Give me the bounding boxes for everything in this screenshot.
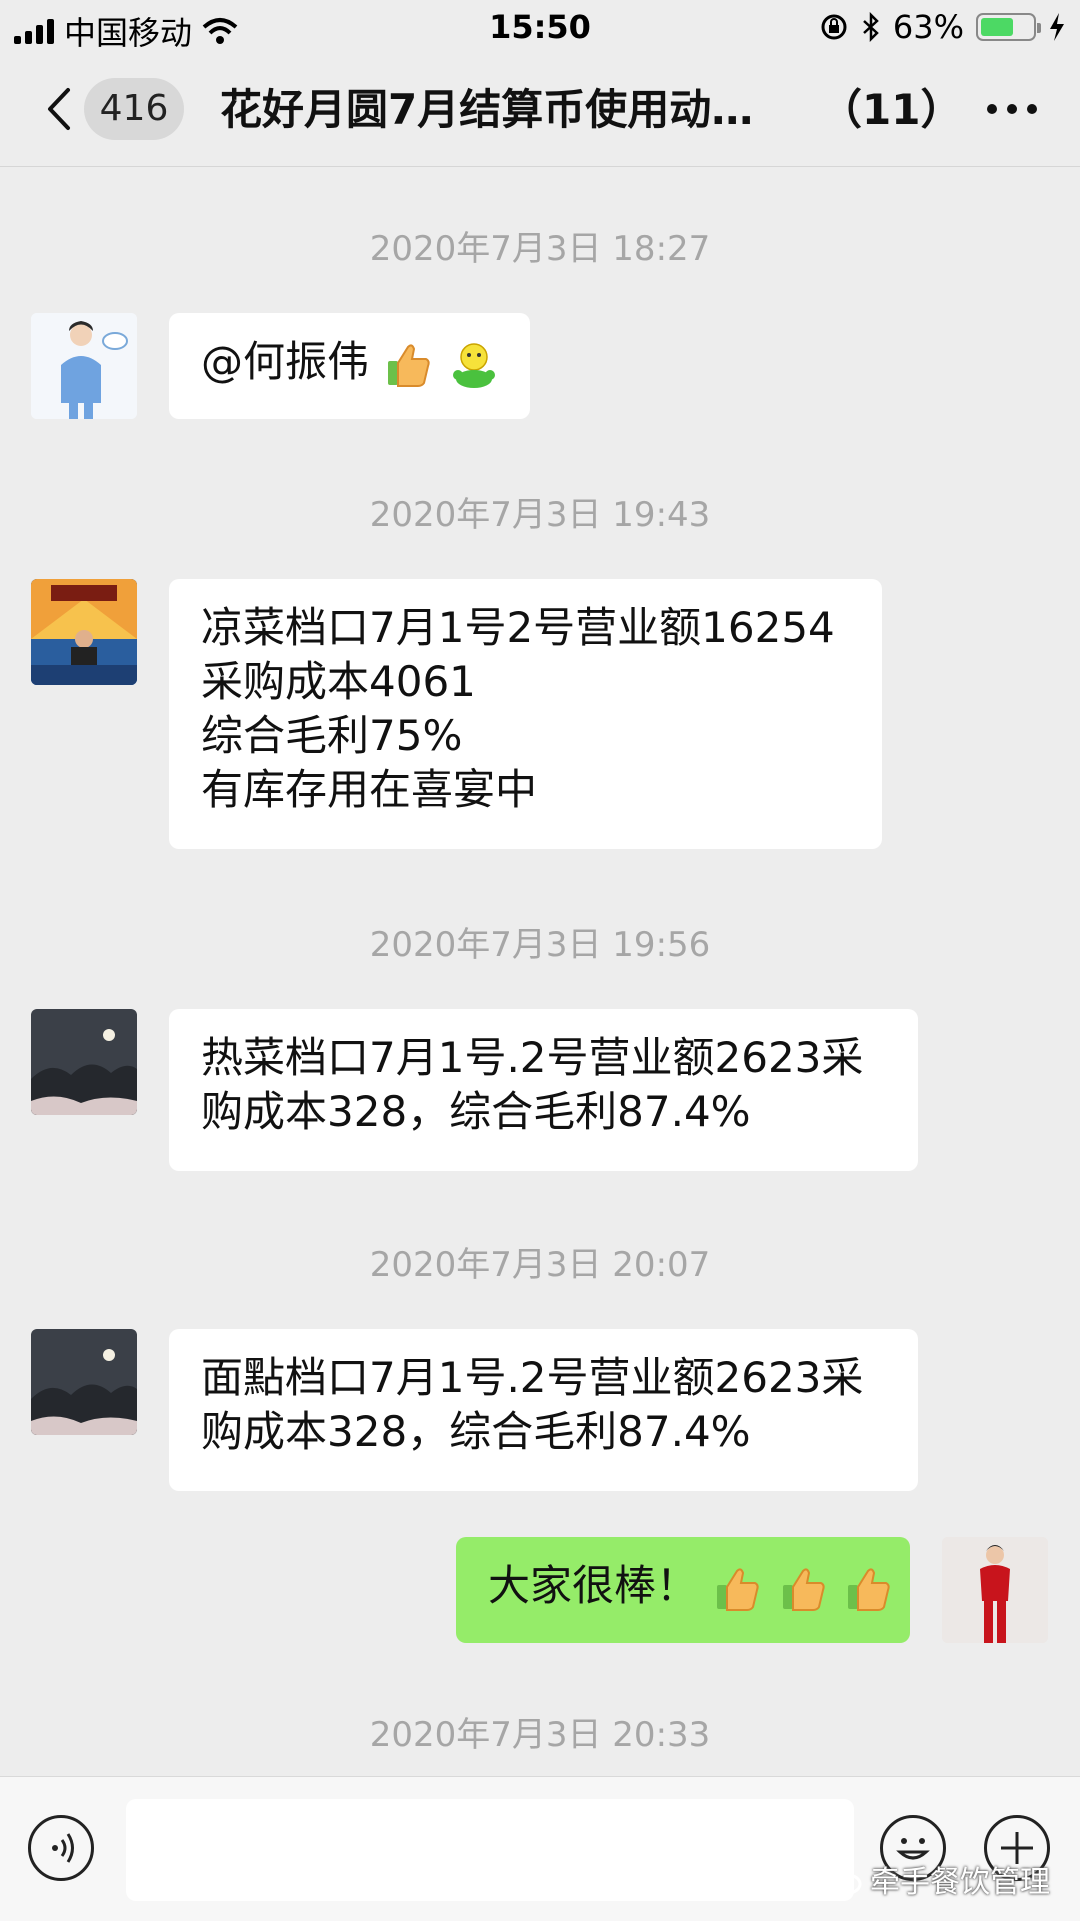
- message-timestamp: 2020年7月3日 18:27: [369, 229, 711, 269]
- watermark-text: 牵手餐饮管理: [870, 1865, 1050, 1900]
- status-bar: 中国移动 15:50 63%: [0, 0, 1080, 54]
- back-chevron-icon[interactable]: [38, 84, 88, 134]
- message-bubble[interactable]: 热菜档口7月1号.2号营业额2623采 购成本328，综合毛利87.4%: [169, 1009, 918, 1171]
- thumbs-up-emoji: [782, 1567, 825, 1611]
- message-timestamp: 2020年7月3日 20:33: [369, 1715, 711, 1755]
- my-avatar[interactable]: [942, 1537, 1048, 1643]
- thumbs-up-emoji: [717, 1567, 760, 1611]
- charging-bolt-icon: [1050, 13, 1064, 41]
- bluetooth-icon: [863, 12, 879, 42]
- message-bubble[interactable]: 凉菜档口7月1号2号营业额16254 采购成本4061 综合毛利75% 有库存用…: [169, 579, 882, 849]
- wechat-logo-icon: [818, 1863, 862, 1895]
- avatar-woman-blue-suit-image: [31, 313, 137, 419]
- message-list[interactable]: 2020年7月3日 18:27 @何振伟 2020年7月3日 19:43 凉菜档…: [0, 167, 1080, 1775]
- battery-percent: 63%: [892, 8, 964, 46]
- avatar[interactable]: [31, 1329, 137, 1435]
- green-smiley-emoji: [452, 342, 495, 388]
- message-line: 凉菜档口7月1号2号营业额16254: [201, 603, 835, 652]
- avatar[interactable]: [31, 1009, 137, 1115]
- watermark: 牵手餐饮管理: [818, 1857, 1050, 1901]
- message-bubble[interactable]: 面點档口7月1号.2号营业额2623采 购成本328，综合毛利87.4%: [169, 1329, 918, 1491]
- my-message-bubble[interactable]: 大家很棒！: [456, 1537, 910, 1643]
- message-timestamp: 2020年7月3日 19:43: [369, 495, 711, 535]
- message-line: 综合毛利75%: [201, 711, 463, 760]
- more-options-icon[interactable]: [984, 94, 1040, 124]
- thumbs-up-emoji: [848, 1567, 890, 1611]
- message-line: 面點档口7月1号.2号营业额2623采: [201, 1353, 864, 1402]
- avatar[interactable]: [31, 579, 137, 685]
- avatar-woman-red-suit-image: [942, 1537, 1048, 1643]
- message-line: 有库存用在喜宴中: [201, 765, 538, 814]
- message-text: @何振伟: [201, 335, 498, 391]
- message-bubble[interactable]: @何振伟: [169, 313, 530, 419]
- member-count: （11）: [820, 85, 963, 134]
- avatar[interactable]: [31, 313, 137, 419]
- message-line: 大家很棒！: [488, 1561, 699, 1610]
- avatar-moon-clouds-image: [31, 1009, 137, 1115]
- status-right: 63%: [819, 8, 1066, 46]
- voice-input-button[interactable]: [28, 1815, 94, 1881]
- chat-header: 416 花好月圆7月结算币使用动… （11）: [0, 54, 1080, 167]
- voice-icon: [52, 1833, 74, 1863]
- message-text: 大家很棒！: [488, 1559, 890, 1615]
- message-line: 购成本328，综合毛利87.4%: [201, 1087, 751, 1136]
- message-line: @何振伟: [201, 337, 370, 386]
- thumbs-up-emoji: [388, 343, 431, 387]
- message-line: 购成本328，综合毛利87.4%: [201, 1407, 751, 1456]
- message-timestamp: 2020年7月3日 20:07: [369, 1245, 711, 1285]
- input-bar: 牵手餐饮管理: [0, 1776, 1080, 1921]
- message-line: 采购成本4061: [201, 657, 476, 706]
- battery-icon: [976, 13, 1041, 41]
- avatar-stage-speaker-image: [31, 579, 137, 685]
- avatar-moon-clouds-image: [31, 1329, 137, 1435]
- rotation-lock-icon: [821, 14, 847, 40]
- message-line: 热菜档口7月1号.2号营业额2623采: [201, 1033, 864, 1082]
- unread-count-badge[interactable]: 416: [84, 78, 184, 140]
- message-input[interactable]: [126, 1799, 854, 1901]
- chat-title: 花好月圆7月结算币使用动…: [220, 85, 754, 134]
- message-timestamp: 2020年7月3日 19:56: [369, 925, 711, 965]
- battery-fill: [981, 18, 1013, 36]
